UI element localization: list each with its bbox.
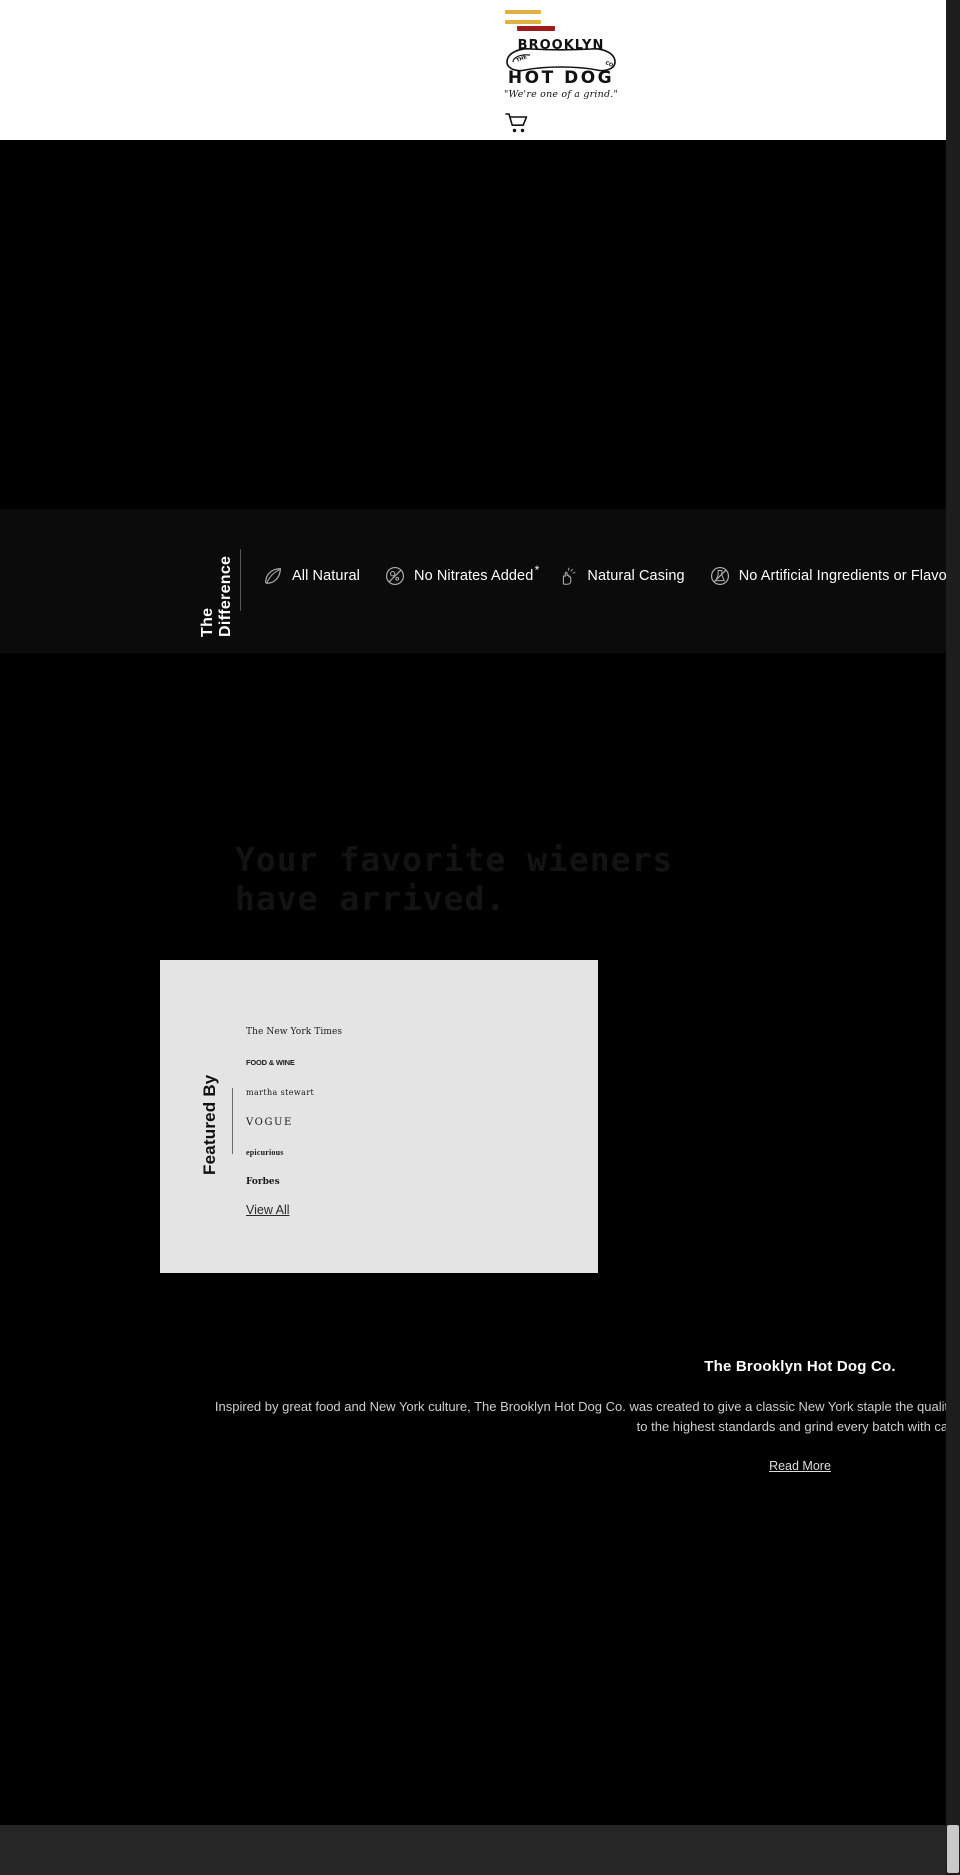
svg-text:BROOKLYN: BROOKLYN [518,38,605,53]
page-root: THE CO. BROOKLYN HOT DOG "We're one of a… [0,0,960,1875]
press-logo-text: Forbes [246,1177,280,1187]
site-footer [0,1825,960,1875]
press-logo-text: The New York Times [246,1027,343,1037]
press-logo-item[interactable]: epicurious [246,1137,342,1167]
badge-asterisk: * [534,563,540,577]
press-logo-item[interactable]: martha stewart [246,1077,342,1107]
difference-badge-list: All Natural No Nitrates Added * Natural … [262,563,959,587]
view-all-link[interactable]: View All [246,1203,290,1217]
mustard-stripe-2 [505,20,541,24]
press-logo-item[interactable]: Forbes [246,1167,342,1197]
press-logo-text: epicurious [246,1147,284,1157]
press-logo-item[interactable]: VOGUE [246,1107,342,1137]
main-content-section: Your favorite wieners have arrived. Feat… [0,653,960,1825]
ketchup-stripe [517,26,555,31]
press-logo-text: FOOD & WINE [246,1057,295,1067]
svg-text:HOT DOG: HOT DOG [508,68,614,88]
mustard-stripe-1 [505,10,541,14]
badge-label: All Natural [292,568,360,584]
vertical-scrollbar-thumb[interactable] [947,1825,959,1873]
the-difference-section: The Difference All Natural No Nitrates A… [0,509,960,653]
condiment-decoration [505,8,565,32]
leaf-icon [265,568,281,584]
vertical-scrollbar[interactable] [946,0,960,1875]
hero-media-band [0,140,960,509]
cart-icon [505,113,528,133]
press-logo-item[interactable]: FOOD & WINE [246,1047,342,1077]
badge-all-natural[interactable]: All Natural [262,565,360,587]
badge-label: No Nitrates Added * [414,563,540,584]
press-logo-list: The New York Times FOOD & WINE martha st… [246,1017,342,1197]
brand-tagline: "We're one of a grind." [503,89,619,100]
badge-natural-casing[interactable]: Natural Casing [557,565,685,587]
no-nitrates-icon [385,566,405,586]
badge-label: Natural Casing [587,568,685,584]
brooklyn-hot-dog-logo-icon: THE CO. BROOKLYN HOT DOG [506,38,616,88]
featured-by-panel: Featured By The New York Times FOOD & WI… [160,960,598,1273]
no-flask-icon [710,566,729,586]
badge-no-artificial-ingredients[interactable]: No Artificial Ingredients or Flavors [709,565,959,587]
press-logo-item[interactable]: The New York Times [246,1017,342,1047]
badge-no-nitrates[interactable]: No Nitrates Added * [384,563,540,587]
read-more-link[interactable]: Read More [769,1459,831,1473]
cart-button[interactable] [505,112,529,134]
press-logo-text: martha stewart [246,1087,315,1097]
about-title: The Brooklyn Hot Dog Co. [704,1358,896,1375]
badge-label: No Artificial Ingredients or Flavors [738,568,960,584]
svg-text:THE: THE [516,54,529,64]
featured-by-label: Featured By [200,1074,219,1175]
site-header: THE CO. BROOKLYN HOT DOG "We're one of a… [0,0,960,140]
the-difference-label: The Difference [199,555,234,637]
hand-pinch-icon [563,567,576,585]
press-logo-text: VOGUE [246,1116,293,1128]
hero-headline: Your favorite wieners have arrived. [235,840,674,918]
brand-logo[interactable]: THE CO. BROOKLYN HOT DOG "We're one of a… [497,36,625,104]
difference-divider [240,549,241,611]
about-body: Inspired by great food and New York cult… [214,1399,960,1435]
featured-divider [232,1088,233,1154]
about-block: The Brooklyn Hot Dog Co. Inspired by gre… [0,1358,960,1475]
